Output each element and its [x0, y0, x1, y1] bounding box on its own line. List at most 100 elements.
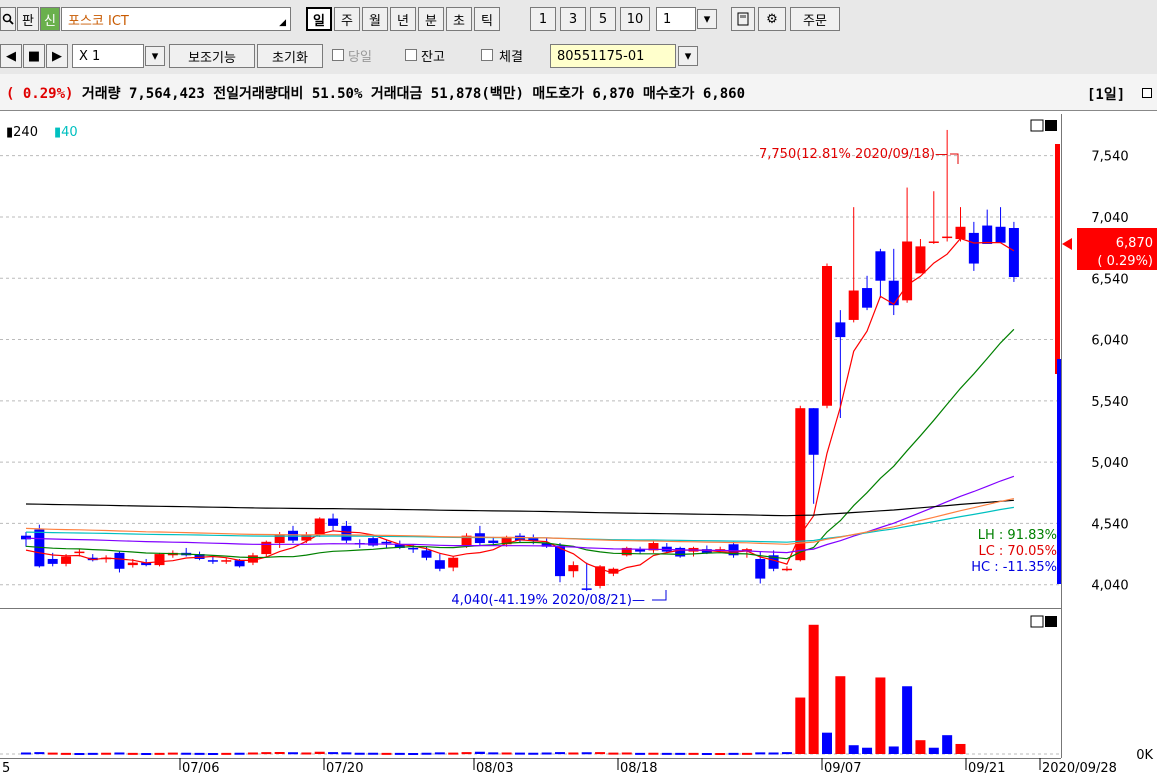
chevron-down-icon[interactable]: ▾	[678, 46, 698, 66]
volume-bar	[127, 752, 138, 755]
volume-bar	[875, 677, 886, 754]
ban-button[interactable]: 판	[17, 7, 39, 31]
candle-body	[234, 560, 245, 567]
period-button-6[interactable]: 틱	[474, 7, 500, 31]
volume-bar	[408, 752, 419, 755]
search-icon[interactable]	[0, 7, 16, 31]
volume-bar	[661, 752, 672, 755]
volume-bar	[328, 752, 339, 755]
volume-bar	[755, 752, 766, 755]
price-chart-svg: ▮240 ▮40 7,750(12.81% 2020/09/18)— 4,040(-4…	[0, 125, 1061, 608]
stop-icon[interactable]: ■	[23, 44, 45, 68]
candle-body	[1008, 228, 1019, 278]
x-tick-label: 2020/09/28	[1042, 761, 1117, 776]
volume-bar	[541, 752, 552, 755]
interval-button-10[interactable]: 10	[620, 7, 650, 31]
volume-bar	[234, 752, 245, 755]
volume-bar	[261, 752, 272, 755]
candle-body	[74, 551, 85, 554]
reset-button[interactable]: 초기화	[257, 44, 323, 68]
interval-button-5[interactable]: 5	[590, 7, 616, 31]
fill-checkbox[interactable]	[481, 49, 493, 61]
today-checkbox[interactable]	[332, 49, 344, 61]
volume-chart[interactable]	[0, 610, 1061, 759]
volume-bar	[568, 752, 579, 755]
volume-bar	[167, 752, 178, 755]
calculator-icon[interactable]	[731, 7, 755, 31]
period-button-2[interactable]: 월	[362, 7, 388, 31]
period-button-3[interactable]: 년	[390, 7, 416, 31]
gear-icon[interactable]: ⚙	[758, 7, 786, 31]
volume-bar	[434, 752, 445, 755]
candle-body	[474, 533, 485, 544]
quote-line: ( 0.29%) 거래량 7,564,423 전일거래량대비 51.50% 거래…	[6, 83, 745, 103]
candle-body	[795, 408, 806, 561]
volume-bar	[728, 752, 739, 755]
volume-bar	[461, 752, 472, 755]
volume-bar	[795, 697, 806, 754]
volume-bar	[341, 752, 352, 755]
volume-bar	[781, 752, 792, 755]
chevron-down-icon[interactable]: ▾	[697, 9, 717, 29]
multiplier-field[interactable]: X 1	[72, 44, 144, 68]
interval-button-1[interactable]: 1	[530, 7, 556, 31]
candle-body	[848, 290, 859, 320]
interval-input[interactable]: 1	[656, 7, 696, 31]
price-chart[interactable]: ▮240 ▮40 7,750(12.81% 2020/09/18)— 4,040(-4…	[0, 114, 1061, 609]
period-button-4[interactable]: 분	[418, 7, 444, 31]
hc-label: HC : -11.35%	[971, 560, 1057, 575]
volume-bar	[74, 752, 85, 755]
candle-body	[928, 241, 939, 243]
balance-checkbox[interactable]	[405, 49, 417, 61]
axis-divider	[1061, 114, 1062, 758]
period-button-1[interactable]: 주	[334, 7, 360, 31]
period-button-0[interactable]: 일	[306, 7, 332, 31]
volume-bar	[621, 752, 632, 755]
chevron-down-icon[interactable]: ▾	[145, 46, 165, 66]
prev-icon[interactable]: ◀	[0, 44, 22, 68]
account-field[interactable]: 80551175-01	[550, 44, 676, 68]
volume-bar	[595, 752, 606, 755]
candle-body	[408, 547, 419, 550]
volume-bar	[114, 752, 125, 755]
volume-bar	[474, 751, 485, 754]
volume-bar	[514, 752, 525, 755]
candle-body	[421, 550, 432, 558]
window-icon[interactable]	[1142, 88, 1152, 98]
candle-body	[434, 560, 445, 569]
volume-bar	[915, 740, 926, 754]
low-annotation: 4,040(-41.19% 2020/08/21)—	[451, 593, 645, 608]
stock-name-field[interactable]: 포스코 ICT ◢	[61, 7, 291, 31]
indicator-button[interactable]: 보조기능	[169, 44, 255, 68]
next-icon[interactable]: ▶	[46, 44, 68, 68]
candle-body	[835, 322, 846, 338]
volume-bar	[47, 752, 58, 755]
x-tick-label: 07/20	[326, 761, 363, 776]
candle-body	[341, 525, 352, 541]
candle-body	[875, 251, 886, 281]
change-percent: ( 0.29%)	[6, 86, 74, 102]
x-tick-label: 5	[2, 761, 10, 776]
credit-button[interactable]: 신	[40, 7, 60, 31]
volume-bar	[368, 752, 379, 755]
ma40-legend: ▮40	[54, 125, 78, 140]
volume-bar	[741, 752, 752, 755]
volume-bar	[421, 752, 432, 755]
candle-body	[982, 225, 993, 244]
volume-bar	[181, 752, 192, 755]
lc-label: LC : 70.05%	[978, 544, 1057, 559]
period-button-5[interactable]: 초	[446, 7, 472, 31]
volume-bar	[528, 752, 539, 755]
period-tag: [1일]	[1087, 87, 1126, 103]
candle-body	[328, 518, 339, 526]
volume-bar	[34, 752, 45, 755]
volume-bar	[501, 752, 512, 755]
interval-button-3[interactable]: 3	[560, 7, 586, 31]
candle-body	[314, 518, 325, 535]
quote-details: 거래량 7,564,423 전일거래량대비 51.50% 거래대금 51,878…	[81, 86, 745, 102]
volume-bar	[61, 752, 72, 755]
x-tick-label: 09/21	[968, 761, 1005, 776]
candle-body	[221, 560, 232, 562]
order-button[interactable]: 주문	[790, 7, 840, 31]
volume-chart-svg	[0, 624, 1061, 755]
